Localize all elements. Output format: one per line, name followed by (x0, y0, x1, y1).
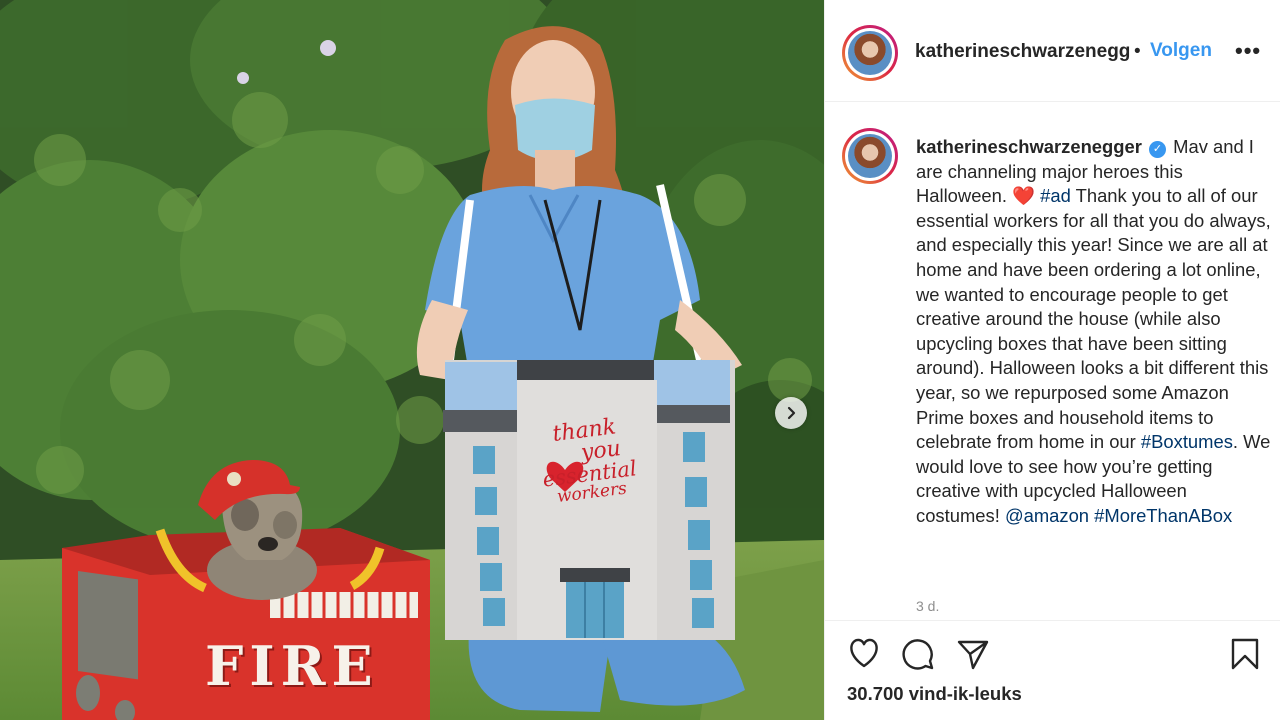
share-button[interactable] (956, 637, 990, 676)
hashtag-boxtumes[interactable]: #Boxtumes (1141, 431, 1233, 452)
truck-label: FIRE (205, 634, 379, 698)
post-caption: katherineschwarzenegger ✓ Mav and I are … (916, 135, 1271, 529)
caption-text-2: Thank you to all of our essential worker… (916, 185, 1271, 453)
more-options-icon[interactable]: ••• (1235, 38, 1261, 64)
like-count[interactable]: 30.700 vind-ik-leuks (847, 683, 1022, 705)
avatar[interactable] (842, 25, 898, 81)
caption-username[interactable]: katherineschwarzenegger (916, 136, 1142, 157)
time-ago[interactable]: 3 d. (916, 598, 939, 614)
post-header: katherineschwarzenegg • Volgen ••• (825, 0, 1280, 102)
photo-scene (0, 0, 824, 720)
post-side-panel: katherineschwarzenegg • Volgen ••• kathe… (824, 0, 1280, 720)
caption-avatar[interactable] (842, 128, 898, 184)
share-icon (957, 640, 989, 670)
next-photo-button[interactable] (775, 397, 807, 429)
comment-icon (902, 639, 934, 670)
verified-badge-icon: ✓ (1149, 141, 1167, 158)
like-button[interactable] (847, 637, 881, 674)
header-separator: • (1134, 41, 1141, 62)
mention-amazon[interactable]: @amazon (1005, 505, 1089, 526)
chevron-right-icon (787, 406, 796, 420)
instagram-post: thank you essential workers FIRE katheri… (0, 0, 1280, 720)
action-bar: 30.700 vind-ik-leuks (825, 620, 1280, 720)
hashtag-morethanabox[interactable]: #MoreThanABox (1094, 505, 1232, 526)
follow-button[interactable]: Volgen (1150, 40, 1212, 62)
post-photo[interactable]: thank you essential workers FIRE (0, 0, 824, 720)
bookmark-icon (1231, 638, 1259, 670)
comment-button[interactable] (901, 637, 935, 676)
header-username[interactable]: katherineschwarzenegg (915, 41, 1133, 63)
save-button[interactable] (1230, 637, 1260, 676)
heart-emoji: ❤️ (1012, 185, 1036, 207)
heart-icon (850, 638, 878, 668)
hashtag-ad[interactable]: #ad (1040, 185, 1071, 206)
sign-text: thank you essential workers (523, 413, 652, 509)
